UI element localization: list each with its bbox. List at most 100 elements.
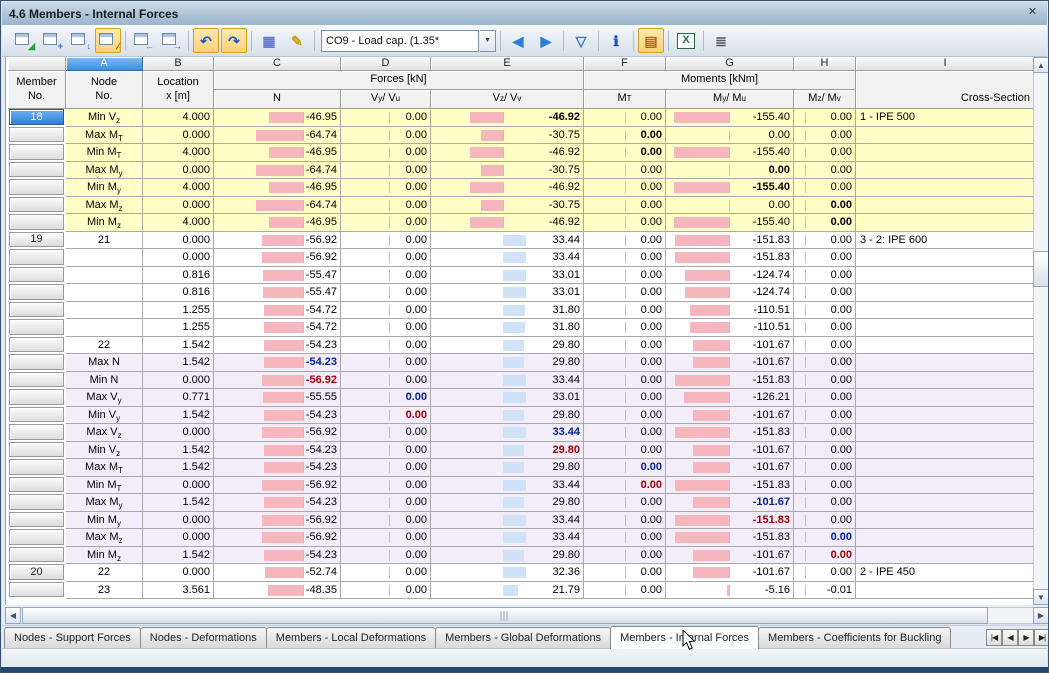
cell-mt[interactable]: 0.00 (584, 319, 666, 337)
previous-tab-button[interactable]: ◀ (1002, 629, 1018, 646)
cell-vy[interactable]: 0.00 (341, 511, 431, 529)
cell-cs[interactable] (856, 529, 1035, 547)
row-header-button[interactable] (9, 459, 64, 475)
cell-my[interactable]: -124.74 (666, 284, 794, 302)
cell-mz[interactable]: 0.00 (794, 354, 856, 372)
cell-n[interactable]: -56.92 (214, 476, 341, 494)
tab-members-local-deformations[interactable]: Members - Local Deformations (265, 627, 437, 648)
cell-node[interactable] (66, 249, 143, 267)
cell-mt[interactable]: 0.00 (584, 494, 666, 512)
cell-my[interactable]: -101.67 (666, 441, 794, 459)
cell-mt[interactable]: 0.00 (584, 529, 666, 547)
row-header-button[interactable]: 20 (9, 564, 64, 580)
cell-vy[interactable]: 0.00 (341, 546, 431, 564)
cell-cs[interactable] (856, 406, 1035, 424)
member-no-cell[interactable] (8, 319, 66, 337)
cell-mz[interactable]: 0.00 (794, 511, 856, 529)
cell-x[interactable]: 0.000 (143, 564, 214, 582)
cell-x[interactable]: 0.771 (143, 389, 214, 407)
cell-n[interactable]: -56.92 (214, 231, 341, 249)
row-header-button[interactable] (9, 336, 64, 352)
cell-vz[interactable]: 31.80 (431, 319, 584, 337)
cell-vz[interactable]: 32.36 (431, 564, 584, 582)
cell-my[interactable]: -126.21 (666, 389, 794, 407)
cell-node[interactable]: 22 (66, 564, 143, 582)
cell-vz[interactable]: 33.44 (431, 231, 584, 249)
cell-n[interactable]: -54.72 (214, 301, 341, 319)
cell-my[interactable]: -101.67 (666, 546, 794, 564)
cell-cs[interactable] (856, 389, 1035, 407)
cell-mz[interactable]: 0.00 (794, 476, 856, 494)
cell-my[interactable]: -151.83 (666, 424, 794, 442)
cell-vy[interactable]: 0.00 (341, 109, 431, 127)
member-no-cell[interactable] (8, 301, 66, 319)
cell-mt[interactable]: 0.00 (584, 564, 666, 582)
cell-x[interactable]: 4.000 (143, 179, 214, 197)
cell-my[interactable]: -5.16 (666, 581, 794, 599)
tab-nodes-deformations[interactable]: Nodes - Deformations (139, 627, 267, 648)
cell-vy[interactable]: 0.00 (341, 319, 431, 337)
row-header-button[interactable] (9, 476, 64, 492)
cell-vy[interactable]: 0.00 (341, 249, 431, 267)
cell-vz[interactable]: 33.01 (431, 389, 584, 407)
cell-my[interactable]: -151.83 (666, 529, 794, 547)
calculator-icon[interactable]: ≣ (708, 28, 734, 53)
cell-x[interactable]: 0.000 (143, 424, 214, 442)
cell-node[interactable]: Max My (66, 494, 143, 512)
cell-node[interactable]: Min N (66, 371, 143, 389)
cell-mz[interactable]: 0.00 (794, 319, 856, 337)
cell-x[interactable]: 4.000 (143, 109, 214, 127)
cell-n[interactable]: -48.35 (214, 581, 341, 599)
tab-nodes-support-forces[interactable]: Nodes - Support Forces (4, 627, 141, 648)
cell-mt[interactable]: 0.00 (584, 266, 666, 284)
cell-vy[interactable]: 0.00 (341, 476, 431, 494)
vz-header[interactable]: Vz / Vv (431, 90, 584, 109)
cell-node[interactable]: Min Vy (66, 406, 143, 424)
cell-n[interactable]: -46.95 (214, 144, 341, 162)
cell-vy[interactable]: 0.00 (341, 196, 431, 214)
cell-x[interactable]: 1.255 (143, 301, 214, 319)
cell-mt[interactable]: 0.00 (584, 546, 666, 564)
cell-n[interactable]: -54.23 (214, 354, 341, 372)
next-tab-button[interactable]: ▶ (1018, 629, 1034, 646)
row-header-button[interactable] (9, 546, 64, 562)
row-header-button[interactable]: 18 (9, 109, 64, 125)
cell-mt[interactable]: 0.00 (584, 406, 666, 424)
cell-vy[interactable]: 0.00 (341, 459, 431, 477)
cell-vz[interactable]: 29.80 (431, 336, 584, 354)
cell-my[interactable]: -151.83 (666, 231, 794, 249)
member-no-cell[interactable] (8, 389, 66, 407)
member-no-cell[interactable] (8, 214, 66, 232)
row-header-button[interactable] (9, 301, 64, 317)
cell-my[interactable]: -110.51 (666, 301, 794, 319)
cell-vz[interactable]: -46.92 (431, 109, 584, 127)
cell-node[interactable]: Min Mz (66, 214, 143, 232)
cell-x[interactable]: 4.000 (143, 214, 214, 232)
close-icon[interactable]: ✕ (1024, 5, 1041, 20)
cell-node[interactable]: Min My (66, 179, 143, 197)
cell-node[interactable]: Max MT (66, 126, 143, 144)
cell-x[interactable]: 1.542 (143, 354, 214, 372)
cell-mz[interactable]: 0.00 (794, 249, 856, 267)
cell-cs[interactable] (856, 196, 1035, 214)
cell-node[interactable]: Min Mz (66, 546, 143, 564)
row-header-button[interactable] (9, 494, 64, 510)
vertical-scrollbar-track[interactable] (1033, 57, 1048, 605)
member-no-cell[interactable] (8, 529, 66, 547)
next-table-icon[interactable]: → (158, 28, 184, 53)
cross-section-header[interactable]: Cross-Section (856, 71, 1035, 109)
member-no-cell[interactable] (8, 476, 66, 494)
cell-node[interactable]: Min Vz (66, 441, 143, 459)
node-no-header[interactable]: Node No. (66, 71, 143, 109)
cell-x[interactable]: 0.000 (143, 476, 214, 494)
row-header-button[interactable] (9, 389, 64, 405)
cell-mt[interactable]: 0.00 (584, 126, 666, 144)
cell-node[interactable]: Max Mz (66, 529, 143, 547)
cell-vy[interactable]: 0.00 (341, 284, 431, 302)
forces-group-header[interactable]: Forces [kN] (214, 71, 584, 90)
cell-x[interactable]: 0.000 (143, 126, 214, 144)
tab-members-global-deformations[interactable]: Members - Global Deformations (435, 627, 612, 648)
cell-cs[interactable] (856, 476, 1035, 494)
cell-mz[interactable]: 0.00 (794, 126, 856, 144)
cell-mz[interactable]: 0.00 (794, 371, 856, 389)
